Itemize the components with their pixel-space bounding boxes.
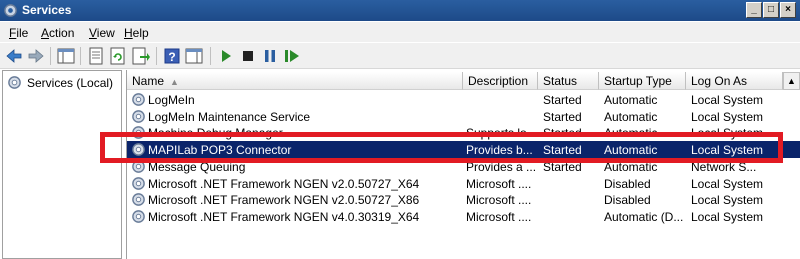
stop-service-icon[interactable] [238, 46, 258, 66]
service-gear-icon [132, 126, 145, 140]
table-row[interactable]: Message Queuing Provides a ... Started A… [127, 158, 800, 175]
service-log-on-as: Local System [691, 209, 764, 224]
menu-help[interactable]: Help [124, 26, 149, 40]
service-log-on-as: Local System [691, 143, 764, 158]
service-name: Microsoft .NET Framework NGEN v2.0.50727… [148, 193, 420, 208]
service-status: Started [543, 109, 582, 124]
menu-view[interactable]: View [89, 26, 115, 40]
table-row[interactable]: Microsoft .NET Framework NGEN v2.0.50727… [127, 191, 800, 208]
menu-bar: File Action View Help [0, 22, 800, 42]
service-description: Microsoft .... [466, 209, 532, 224]
forward-icon[interactable] [26, 46, 46, 66]
service-gear-icon [132, 143, 145, 156]
services-list: Name ▲ Description Status Startup Type Lo… [126, 70, 800, 259]
column-header-name[interactable]: Name ▲ [127, 72, 463, 90]
show-hide-console-tree-icon[interactable] [56, 46, 76, 66]
table-row[interactable]: Microsoft .NET Framework NGEN v4.0.30319… [127, 208, 800, 225]
service-startup-type: Automatic [604, 159, 658, 174]
service-status: Started [543, 143, 582, 158]
service-gear-icon [132, 93, 145, 106]
scroll-up-button[interactable]: ▲ [783, 72, 800, 90]
service-name: Machine Debug Manager [148, 126, 283, 141]
service-gear-icon [132, 109, 145, 123]
service-status: Started [543, 159, 582, 174]
service-description: Provides b... [466, 143, 533, 158]
pause-service-icon[interactable] [260, 46, 280, 66]
console-tree: Services (Local) [2, 70, 122, 259]
service-description: Microsoft .... [466, 176, 532, 191]
service-startup-type: Automatic (D... [604, 209, 684, 224]
service-startup-type: Automatic [604, 143, 658, 158]
service-name: LogMeIn Maintenance Service [148, 109, 311, 124]
service-log-on-as: Local System [691, 126, 764, 141]
service-status: Started [543, 93, 582, 107]
minimize-button[interactable]: _ [746, 2, 762, 18]
column-header-log-on-as[interactable]: Log On As [686, 72, 783, 90]
service-name: MAPILab POP3 Connector [148, 143, 292, 158]
table-row[interactable]: LogMeIn Maintenance Service Started Auto… [127, 108, 800, 125]
export-list-icon[interactable] [130, 46, 150, 66]
service-startup-type: Automatic [604, 109, 658, 124]
service-log-on-as: Local System [691, 93, 764, 107]
services-gear-icon [8, 76, 21, 89]
service-startup-type: Automatic [604, 126, 658, 141]
maximize-button[interactable]: □ [763, 2, 779, 18]
title-bar: Services _ □ × [0, 0, 800, 21]
back-icon[interactable] [4, 46, 24, 66]
service-name: Microsoft .NET Framework NGEN v2.0.50727… [148, 176, 420, 191]
service-description: Microsoft .... [466, 193, 532, 208]
service-startup-type: Disabled [604, 176, 651, 191]
services-gear-icon [4, 4, 17, 17]
column-header-status[interactable]: Status [538, 72, 599, 90]
refresh-icon[interactable] [108, 46, 128, 66]
close-button[interactable]: × [780, 2, 796, 18]
tree-item-label: Services (Local) [27, 76, 114, 90]
restart-service-icon[interactable] [282, 46, 302, 66]
window-title: Services [22, 3, 72, 17]
service-log-on-as: Local System [691, 109, 764, 124]
toolbar: ? [0, 43, 800, 69]
service-name: Microsoft .NET Framework NGEN v4.0.30319… [148, 209, 420, 224]
service-gear-icon [132, 210, 145, 223]
table-row[interactable]: MAPILab POP3 Connector Provides b... Sta… [127, 141, 800, 159]
help-icon[interactable]: ? [162, 46, 182, 66]
table-row[interactable]: Microsoft .NET Framework NGEN v2.0.50727… [127, 175, 800, 192]
show-action-pane-icon[interactable] [184, 46, 204, 66]
service-name: Message Queuing [148, 159, 246, 174]
column-header-description[interactable]: Description [463, 72, 538, 90]
service-gear-icon [132, 176, 145, 190]
service-description: Supports lo... [466, 126, 537, 141]
service-startup-type: Automatic [604, 93, 658, 107]
table-row[interactable]: LogMeIn Started Automatic Local System [127, 91, 800, 108]
column-header-startup-type[interactable]: Startup Type [599, 72, 686, 90]
service-gear-icon [132, 193, 145, 207]
service-gear-icon [132, 159, 145, 173]
service-startup-type: Disabled [604, 193, 651, 208]
service-log-on-as: Network S... [691, 159, 757, 174]
properties-icon[interactable] [86, 46, 106, 66]
start-service-icon[interactable] [216, 46, 236, 66]
table-row[interactable]: Machine Debug Manager Supports lo... Sta… [127, 124, 800, 141]
svg-text:?: ? [168, 50, 175, 64]
sort-ascending-icon: ▲ [170, 77, 179, 87]
service-log-on-as: Local System [691, 193, 764, 208]
service-description: Provides a ... [466, 159, 537, 174]
menu-file[interactable]: File [9, 26, 28, 40]
service-name: LogMeIn [148, 93, 195, 107]
menu-action[interactable]: Action [41, 26, 74, 40]
service-log-on-as: Local System [691, 176, 764, 191]
service-status: Started [543, 126, 582, 141]
